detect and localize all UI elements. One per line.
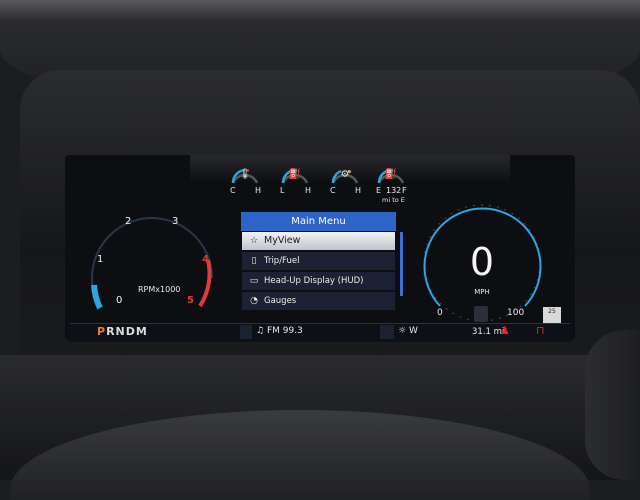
tach-tick-1: 1 xyxy=(97,254,104,265)
status-divider xyxy=(240,325,252,339)
menu-item-gauges[interactable]: ◔ Gauges xyxy=(242,292,395,310)
star-icon: ☆ xyxy=(249,236,259,246)
screen-glare xyxy=(190,155,510,183)
seatbelt-warning-icon: ♟ xyxy=(500,324,510,337)
trans-high-label: H xyxy=(355,186,362,195)
coolant-high-label: H xyxy=(255,186,262,195)
trans-low-label: C xyxy=(330,186,336,195)
fuel-empty-label: E xyxy=(376,186,382,195)
speed-unit: MPH xyxy=(474,288,490,296)
trip-icon: ▯ xyxy=(251,256,257,266)
fuel-range-unit: mi to E xyxy=(382,196,405,204)
tach-tick-2: 2 xyxy=(125,216,132,227)
compass-heading: W xyxy=(408,326,418,336)
menu-item-hud[interactable]: ▭ Head-Up Display (HUD) xyxy=(242,272,395,290)
fuel-full-label: F xyxy=(402,186,407,195)
menu-item-label: MyView xyxy=(264,235,301,246)
tach-tick-3: 3 xyxy=(172,216,179,227)
gear-active: P xyxy=(97,325,107,338)
speed-indicator-tab xyxy=(474,306,488,322)
oil-high-label: H xyxy=(305,186,312,195)
menu-item-trip-fuel[interactable]: ▯ Trip/Fuel xyxy=(242,252,395,270)
music-note-icon: ♫ xyxy=(256,326,267,336)
menu-title: Main Menu xyxy=(241,212,396,231)
fuel-range-value: 132 xyxy=(386,186,402,195)
speed-value: 0 xyxy=(469,240,495,284)
menu-item-myview[interactable]: ☆ MyView xyxy=(242,232,395,250)
menu-item-label: Head-Up Display (HUD) xyxy=(264,276,364,286)
menu-item-label: Gauges xyxy=(264,296,297,306)
menu-item-label: Trip/Fuel xyxy=(264,256,300,266)
speed-limit-value: 25 xyxy=(548,308,556,315)
status-divider xyxy=(380,325,394,339)
gauge-icon: ◔ xyxy=(250,296,258,306)
menu-scrollbar[interactable] xyxy=(400,232,403,296)
steering-wheel-spoke xyxy=(585,330,640,480)
coolant-low-label: C xyxy=(230,186,236,195)
radio-readout: ♫ FM 99.3 xyxy=(256,326,303,336)
tach-tick-4: 4 xyxy=(202,254,209,265)
tach-redline-arc xyxy=(198,259,212,308)
tach-tick-5: 5 xyxy=(187,295,194,306)
sun-icon: ☼ xyxy=(398,326,409,336)
oil-low-label: L xyxy=(280,186,285,195)
speed-max-label: 100 xyxy=(507,308,525,318)
gear-other: RNDM xyxy=(106,325,148,338)
speed-min-label: 0 xyxy=(437,308,443,318)
hud-icon: ▭ xyxy=(249,276,259,286)
gear-indicator: PRNDM xyxy=(97,325,148,338)
compass-readout: ☼ W xyxy=(398,326,418,336)
main-menu: Main Menu ☆ MyView ▯ Trip/Fuel ▭ Head-Up… xyxy=(241,212,396,312)
dash-top-trim xyxy=(0,0,640,22)
radio-station: FM 99.3 xyxy=(266,326,303,336)
door-ajar-warning-icon: ⊓ xyxy=(536,324,545,337)
tachometer xyxy=(91,217,213,310)
tach-level-arc xyxy=(91,284,103,310)
tach-tick-0: 0 xyxy=(116,295,123,306)
tach-unit-label: RPMx1000 xyxy=(138,285,181,294)
